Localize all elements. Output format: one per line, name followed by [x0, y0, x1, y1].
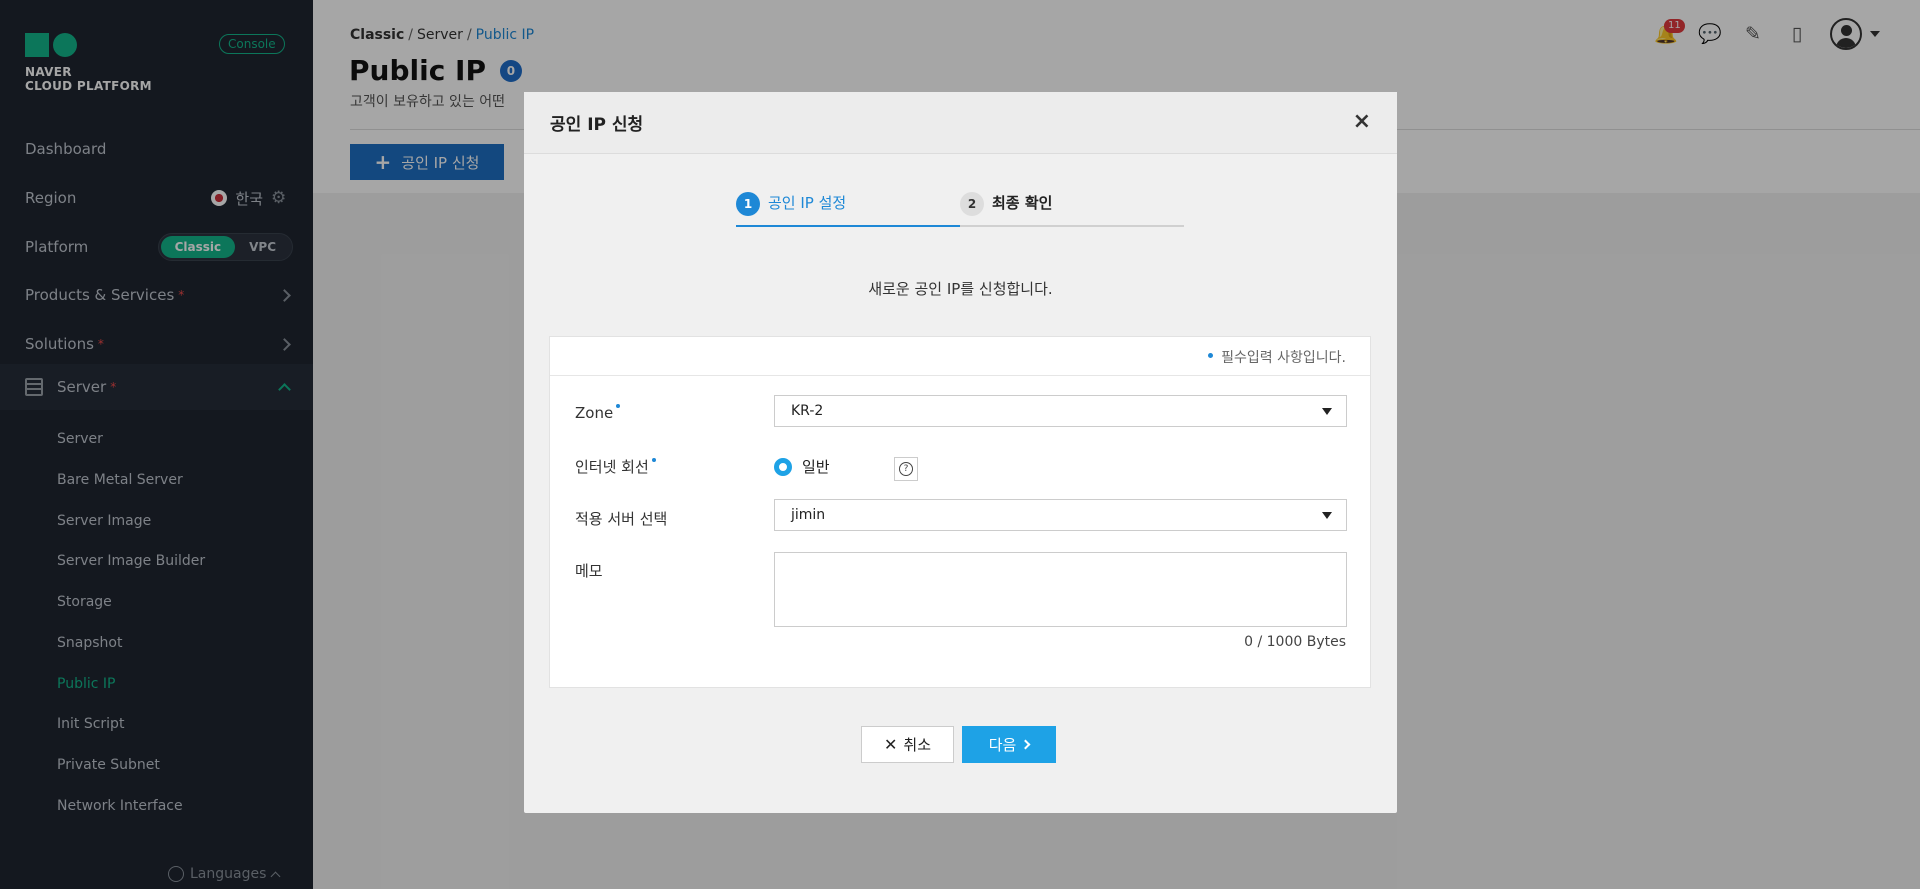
modal-footer: ✕ 취소 다음: [861, 726, 1056, 763]
target-server-select[interactable]: jimin: [774, 499, 1347, 531]
zone-label: Zone: [575, 404, 621, 422]
modal-intro-text: 새로운 공인 IP를 신청합니다.: [868, 280, 1053, 298]
required-dot-icon: [651, 458, 656, 462]
target-server-label: 적용 서버 선택: [575, 510, 668, 528]
cancel-button[interactable]: ✕ 취소: [861, 726, 954, 763]
next-button[interactable]: 다음: [962, 726, 1056, 763]
internet-line-label: 인터넷 회선: [575, 456, 656, 477]
step-label: 최종 확인: [992, 194, 1053, 212]
byte-counter: 0 / 1000 Bytes: [1244, 634, 1346, 650]
step-public-ip-settings: 1 공인 IP 설정: [736, 192, 960, 227]
step-final-confirm: 2 최종 확인: [960, 192, 1184, 227]
step-number: 1: [736, 192, 760, 216]
help-button[interactable]: ?: [894, 457, 918, 481]
modal-title: 공인 IP 신청: [550, 115, 644, 135]
internet-line-radio-general[interactable]: 일반: [774, 456, 830, 477]
radio-selected-icon[interactable]: [774, 457, 792, 476]
required-dot-icon: [616, 404, 621, 408]
step-label: 공인 IP 설정: [768, 194, 847, 212]
question-icon: ?: [899, 462, 913, 476]
chevron-down-icon: [1322, 408, 1332, 415]
form-card: 필수입력 사항입니다. Zone KR-2 인터넷 회선 일반 ? 적용 서버 …: [549, 336, 1371, 688]
zone-select[interactable]: KR-2: [774, 395, 1347, 427]
step-number: 2: [960, 192, 984, 216]
chevron-down-icon: [1322, 512, 1332, 519]
memo-textarea[interactable]: [774, 552, 1347, 627]
divider: [550, 375, 1370, 376]
close-icon: ✕: [883, 735, 898, 754]
chevron-right-icon: [1020, 739, 1031, 750]
apply-public-ip-modal: 공인 IP 신청 × 1 공인 IP 설정 2 최종 확인 새로운 공인 IP를…: [524, 92, 1397, 813]
wizard-steps: 1 공인 IP 설정 2 최종 확인: [736, 192, 1184, 227]
close-icon[interactable]: ×: [1353, 111, 1371, 133]
modal-header: 공인 IP 신청 ×: [524, 92, 1397, 154]
required-dot-icon: [1208, 353, 1214, 358]
memo-label: 메모: [575, 562, 603, 580]
required-note: 필수입력 사항입니다.: [1208, 347, 1346, 367]
